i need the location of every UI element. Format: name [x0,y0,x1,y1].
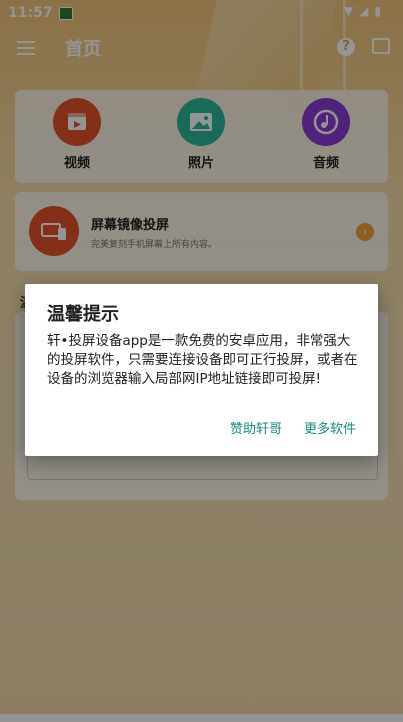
notice-dialog: 温馨提示 轩•投屏设备app是一款免费的安卓应用，非常强大的投屏软件，只需要连接… [25,284,378,456]
dialog-actions: 赞助轩哥 更多软件 [230,418,356,437]
dialog-body: 轩•投屏设备app是一款免费的安卓应用，非常强大的投屏软件，只需要连接设备即可正… [47,333,358,387]
more-software-button[interactable]: 更多软件 [304,418,356,437]
sponsor-button[interactable]: 赞助轩哥 [230,418,282,437]
dialog-title: 温馨提示 [47,304,119,325]
